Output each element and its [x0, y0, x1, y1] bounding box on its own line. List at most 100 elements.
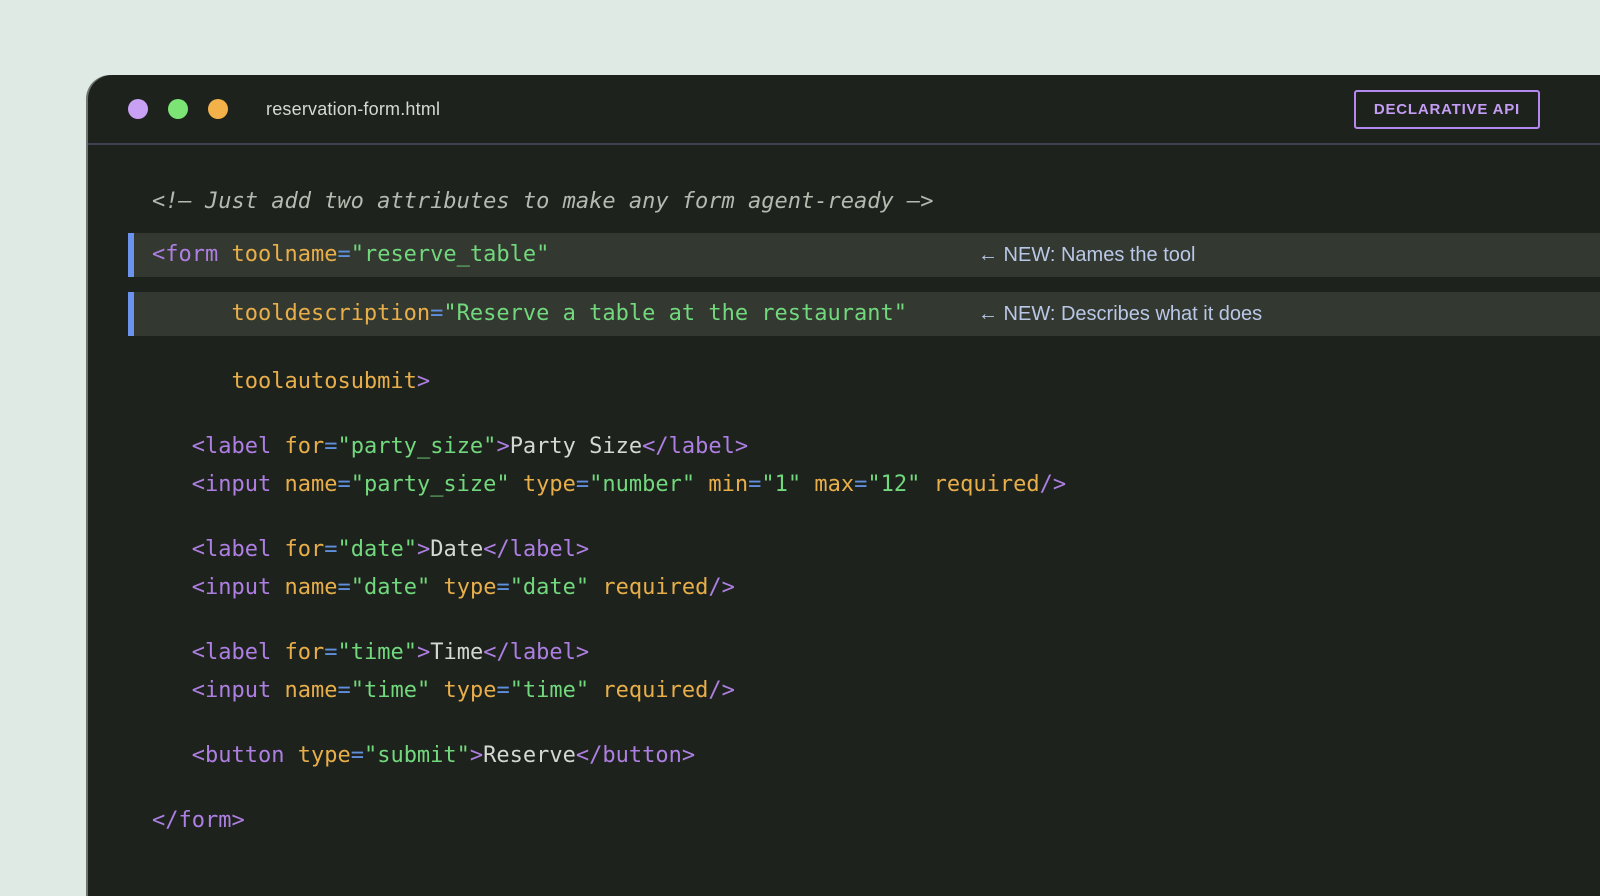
code-token-text [801, 472, 814, 497]
code-line: <input name="date" type="date" required/… [88, 569, 1600, 607]
blank-line [88, 607, 1600, 634]
code-token-str: "12" [867, 472, 920, 497]
code-token-str: "number" [589, 472, 695, 497]
code-token-text [510, 472, 523, 497]
code-line: <input name="time" type="time" required/… [88, 672, 1600, 710]
code-token-eq: = [496, 575, 509, 600]
code-token-text [152, 640, 192, 665]
code-token-eq: = [324, 434, 337, 459]
code-token-text [271, 434, 284, 459]
code-token-eq: = [854, 472, 867, 497]
blank-line [88, 401, 1600, 428]
code-token-attr: toolautosubmit [231, 369, 416, 394]
code-line-highlighted: tooldescription="Reserve a table at the … [128, 292, 1600, 336]
code-token-attr: name [284, 575, 337, 600]
code-token-text: Reserve [483, 743, 576, 768]
window-controls [128, 99, 248, 119]
code-token-attr: min [708, 472, 748, 497]
code-token-text [430, 575, 443, 600]
code-token-tag: /> [708, 575, 735, 600]
code-token-attr: required [602, 678, 708, 703]
code-token-comment: <!— Just add two attributes to make any … [152, 189, 933, 214]
code-token-str: "reserve_table" [351, 236, 550, 274]
code-token-eq: = [324, 537, 337, 562]
code-token-attr: type [443, 575, 496, 600]
code-token-tag: <label [192, 537, 271, 562]
code-token-tag: > [417, 640, 430, 665]
code-token-attr: max [814, 472, 854, 497]
code-token-attr: required [602, 575, 708, 600]
code-token-eq: = [337, 236, 350, 274]
code-token-str: "party_size" [351, 472, 510, 497]
window-dot-purple[interactable] [128, 99, 148, 119]
code-token-tag: > [417, 537, 430, 562]
code-line: <input name="party_size" type="number" m… [88, 466, 1600, 504]
code-token-eq: = [496, 678, 509, 703]
code-token-text [695, 472, 708, 497]
code-token-text [152, 434, 192, 459]
blank-line [88, 504, 1600, 531]
code-token-text [271, 575, 284, 600]
code-token-str: "date" [351, 575, 430, 600]
code-token-tag: /> [1040, 472, 1067, 497]
code-token-text [430, 678, 443, 703]
code-line: <label for="party_size">Party Size</labe… [88, 428, 1600, 466]
code-line: <!— Just add two attributes to make any … [88, 183, 1600, 221]
code-token-tag: </label> [483, 640, 589, 665]
code-token-str: "1" [761, 472, 801, 497]
code-token-str: "date" [337, 537, 416, 562]
code-token-tag: <label [192, 640, 271, 665]
code-token-str: "Reserve a table at the restaurant" [443, 295, 907, 333]
declarative-api-badge: DECLARATIVE API [1354, 90, 1540, 129]
window-dot-orange[interactable] [208, 99, 228, 119]
code-token-attr: for [284, 537, 324, 562]
code-token-attr: toolname [231, 236, 337, 274]
code-token-eq: = [748, 472, 761, 497]
titlebar: reservation-form.html DECLARATIVE API [88, 75, 1600, 145]
code-token-text [271, 678, 284, 703]
blank-line [88, 775, 1600, 802]
code-token-eq: = [337, 472, 350, 497]
code-token-attr: name [284, 472, 337, 497]
code-token-eq: = [324, 640, 337, 665]
code-token-attr: type [443, 678, 496, 703]
code-token-text [284, 743, 297, 768]
code-token-text [271, 472, 284, 497]
code-token-text [152, 295, 231, 333]
code-token-text [589, 575, 602, 600]
code-token-attr: type [298, 743, 351, 768]
code-token-text [589, 678, 602, 703]
code-token-str: "time" [337, 640, 416, 665]
code-token-attr: required [934, 472, 1040, 497]
code-token-text [271, 640, 284, 665]
code-token-text [152, 537, 192, 562]
code-line: toolautosubmit> [88, 363, 1600, 401]
code-token-str: "time" [351, 678, 430, 703]
code-token-tag: </form> [152, 808, 245, 833]
window-dot-green[interactable] [168, 99, 188, 119]
code-editor-window: reservation-form.html DECLARATIVE API <!… [88, 75, 1600, 896]
code-token-attr: for [284, 434, 324, 459]
code-line: </form> [88, 802, 1600, 840]
code-token-tag: </label> [483, 537, 589, 562]
code-token-tag: <input [192, 472, 271, 497]
code-token-text: Time [430, 640, 483, 665]
code-token-str: "party_size" [337, 434, 496, 459]
code-token-tag: <input [192, 678, 271, 703]
code-line-highlighted: <form toolname="reserve_table"← NEW: Nam… [128, 233, 1600, 277]
code-token-text [920, 472, 933, 497]
code-token-text [152, 678, 192, 703]
code-token-attr: type [523, 472, 576, 497]
code-token-eq: = [337, 575, 350, 600]
code-token-text: Date [430, 537, 483, 562]
inline-annotation: ← NEW: Describes what it does [978, 295, 1262, 333]
code-line: <button type="submit">Reserve</button> [88, 737, 1600, 775]
code-token-tag: > [470, 743, 483, 768]
code-token-text [152, 743, 192, 768]
code-line: <label for="time">Time</label> [88, 634, 1600, 672]
code-token-attr: name [284, 678, 337, 703]
code-token-tag: <button [192, 743, 285, 768]
code-token-eq: = [576, 472, 589, 497]
code-token-text: Party Size [510, 434, 642, 459]
code-token-str: "submit" [364, 743, 470, 768]
